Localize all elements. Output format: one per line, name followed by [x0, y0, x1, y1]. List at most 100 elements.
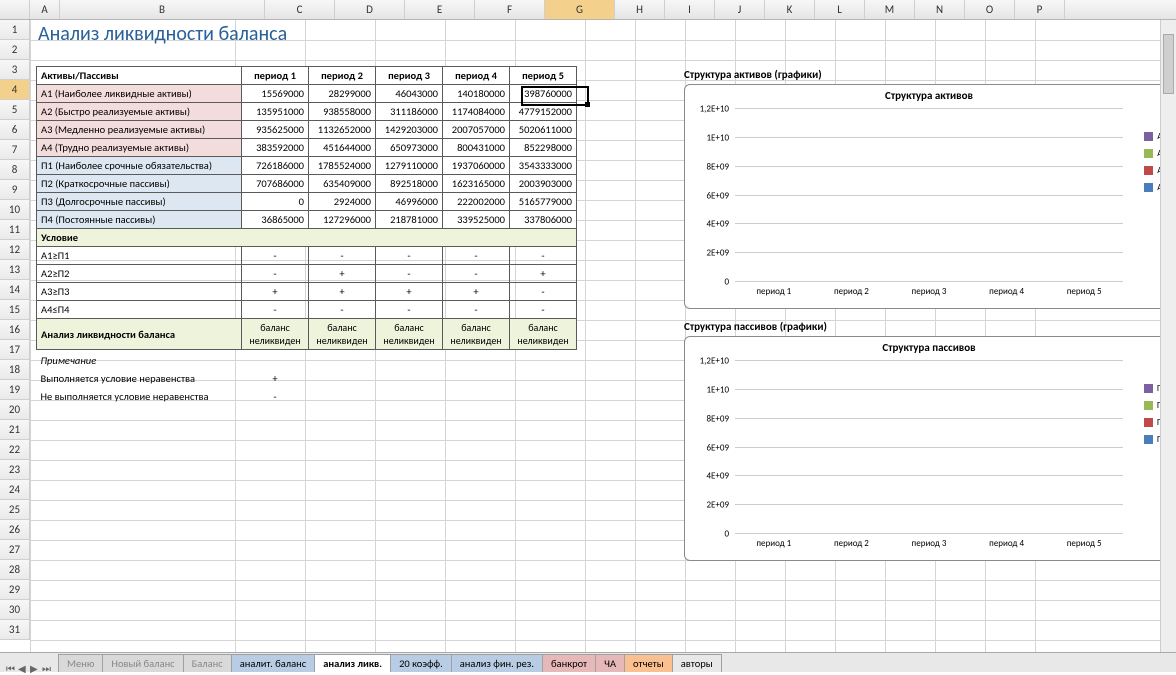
row-header-22[interactable]: 22 [0, 440, 30, 460]
row-header-15[interactable]: 15 [0, 300, 30, 320]
sheet-tab[interactable]: Новый баланс [102, 654, 183, 672]
tab-nav[interactable]: ⏮ ◀ ▶ ⏭ [0, 662, 58, 672]
sheet-tab[interactable]: авторы [672, 654, 722, 672]
table-row[interactable]: П4 (Постоянные пассивы)36865000127296000… [37, 211, 577, 229]
row-header-21[interactable]: 21 [0, 420, 30, 440]
plot-area [735, 361, 1123, 534]
col-header-F[interactable]: F [475, 0, 545, 19]
liquidity-table[interactable]: Активы/Пассивы период 1 период 2 период … [36, 66, 577, 405]
col-header-H[interactable]: H [615, 0, 665, 19]
sheet-tab[interactable]: Меню [58, 654, 103, 672]
bar [735, 109, 813, 282]
table-row[interactable]: А2 (Быстро реализуемые активы)1359510009… [37, 103, 577, 121]
row-header-5[interactable]: 5 [0, 100, 30, 120]
row-header-9[interactable]: 9 [0, 180, 30, 200]
condition-header: Условие [37, 229, 577, 247]
col-header-P[interactable]: P [1015, 0, 1065, 19]
liabs-chart[interactable]: Структура пассивов 02E+094E+096E+098E+09… [684, 336, 1174, 561]
row-header-19[interactable]: 19 [0, 380, 30, 400]
row-header-20[interactable]: 20 [0, 400, 30, 420]
bar [735, 361, 813, 534]
table-row[interactable]: А1≥П1----- [37, 247, 577, 265]
col-header-O[interactable]: O [965, 0, 1015, 19]
row-header-8[interactable]: 8 [0, 160, 30, 180]
header-row: Активы/Пассивы период 1 период 2 период … [37, 67, 577, 85]
note-header: Примечание [37, 350, 577, 370]
row-header-3[interactable]: 3 [0, 60, 30, 80]
scroll-thumb[interactable] [1163, 34, 1174, 94]
table-row[interactable]: А4≤П4----- [37, 301, 577, 319]
col-header-I[interactable]: I [665, 0, 715, 19]
sheet-tab[interactable]: 20 коэфф. [390, 654, 452, 672]
col-header-K[interactable]: K [765, 0, 815, 19]
bar [813, 109, 891, 282]
row-header-12[interactable]: 12 [0, 240, 30, 260]
row-header-23[interactable]: 23 [0, 460, 30, 480]
y-axis: 02E+094E+096E+098E+091E+101,2E+10 [685, 361, 733, 534]
chart-title: Структура активов [685, 89, 1173, 102]
table-row[interactable]: А2≥П2-+--+ [37, 265, 577, 283]
col-header-E[interactable]: E [405, 0, 475, 19]
assets-chart[interactable]: Структура активов 02E+094E+096E+098E+091… [684, 84, 1174, 309]
col-header-A[interactable]: A [30, 0, 60, 19]
sheet-tab[interactable]: анализ фин. рез. [451, 654, 543, 672]
row-header-30[interactable]: 30 [0, 600, 30, 620]
table-row[interactable]: А3≥П3++++- [37, 283, 577, 301]
row-header-11[interactable]: 11 [0, 220, 30, 240]
sheet-tab[interactable]: аналит. баланс [231, 654, 315, 672]
table-row[interactable]: А1 (Наиболее ликвидные активы)1556900028… [37, 85, 577, 103]
row-header-18[interactable]: 18 [0, 360, 30, 380]
row-header-14[interactable]: 14 [0, 280, 30, 300]
row-header-10[interactable]: 10 [0, 200, 30, 220]
plot-area [735, 109, 1123, 282]
row-header-25[interactable]: 25 [0, 500, 30, 520]
note-row: Не выполняется условие неравенства - [37, 387, 577, 405]
col-header-J[interactable]: J [715, 0, 765, 19]
table-row[interactable]: П2 (Краткосрочные пассивы)70768600063540… [37, 175, 577, 193]
row-header-17[interactable]: 17 [0, 340, 30, 360]
x-axis: период 1период 2период 3период 4период 5 [735, 538, 1123, 554]
col-header-D[interactable]: D [335, 0, 405, 19]
col-header-L[interactable]: L [815, 0, 865, 19]
col-header-N[interactable]: N [915, 0, 965, 19]
tab-last-icon[interactable]: ⏭ [42, 662, 52, 672]
sheet-content[interactable]: Анализ ликвидности баланса Активы/Пассив… [30, 20, 1176, 652]
bar [968, 109, 1046, 282]
row-header-7[interactable]: 7 [0, 140, 30, 160]
y-axis: 02E+094E+096E+098E+091E+101,2E+10 [685, 109, 733, 282]
row-header-16[interactable]: 16 [0, 320, 30, 340]
row-header-4[interactable]: 4 [0, 80, 30, 100]
row-header-29[interactable]: 29 [0, 580, 30, 600]
row-header-2[interactable]: 2 [0, 40, 30, 60]
col-header-B[interactable]: B [60, 0, 265, 19]
column-headers: ABCDEFGHIJKLMNOP [0, 0, 1176, 20]
row-header-31[interactable]: 31 [0, 620, 30, 640]
bar [890, 361, 968, 534]
col-header-C[interactable]: C [265, 0, 335, 19]
table-row[interactable]: А4 (Трудно реализуемые активы)3835920004… [37, 139, 577, 157]
row-header-27[interactable]: 27 [0, 540, 30, 560]
sheet-tab[interactable]: Баланс [183, 654, 232, 672]
sheet-tab[interactable]: отчеты [624, 654, 673, 672]
row-header-24[interactable]: 24 [0, 480, 30, 500]
table-row[interactable]: П3 (Долгосрочные пассивы)029240004699600… [37, 193, 577, 211]
col-label: Активы/Пассивы [37, 67, 242, 85]
col-header-G[interactable]: G [545, 0, 615, 19]
tab-prev-icon[interactable]: ◀ [18, 662, 28, 672]
row-header-13[interactable]: 13 [0, 260, 30, 280]
tab-first-icon[interactable]: ⏮ [6, 662, 16, 672]
sheet-tab[interactable]: банкрот [542, 654, 596, 672]
tab-next-icon[interactable]: ▶ [30, 662, 40, 672]
chart-title: Структура пассивов [685, 341, 1173, 354]
vertical-scrollbar[interactable] [1160, 20, 1176, 652]
col-header-M[interactable]: M [865, 0, 915, 19]
row-header-6[interactable]: 6 [0, 120, 30, 140]
sheet-tab[interactable]: ЧА [595, 654, 625, 672]
sheet-tab[interactable]: анализ ликв. [314, 654, 391, 672]
table-row[interactable]: А3 (Медленно реализуемые активы)93562500… [37, 121, 577, 139]
row-header-26[interactable]: 26 [0, 520, 30, 540]
row-header-28[interactable]: 28 [0, 560, 30, 580]
row-header-1[interactable]: 1 [0, 20, 30, 40]
bar [1045, 361, 1123, 534]
table-row[interactable]: П1 (Наиболее срочные обязательства)72618… [37, 157, 577, 175]
